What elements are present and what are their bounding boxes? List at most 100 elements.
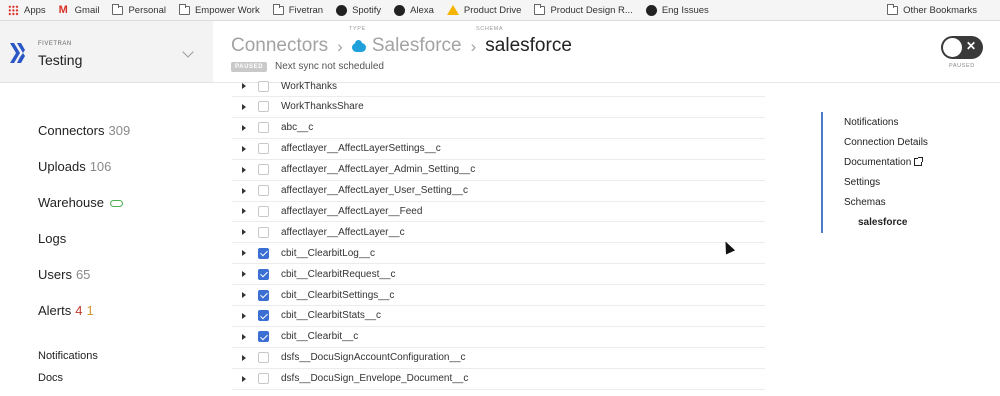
table-checkbox[interactable] xyxy=(258,164,269,176)
sidebar-item-warehouse[interactable]: Warehouse xyxy=(38,195,123,210)
table-row[interactable]: cbit__ClearbitStats__c xyxy=(232,306,765,327)
pause-toggle[interactable]: ✕ xyxy=(941,36,983,59)
sidebar-item-connectors[interactable]: Connectors 309 xyxy=(38,123,130,138)
external-link-icon xyxy=(914,157,924,166)
sync-status-text: Next sync not scheduled xyxy=(275,61,384,72)
sidebar-item-notifications[interactable]: Notifications xyxy=(38,350,98,362)
sidebar-item-users[interactable]: Users 65 xyxy=(38,267,90,282)
bookmark-fivetran[interactable]: Fivetran xyxy=(272,3,323,16)
account-switcher[interactable]: FIVETRAN Testing xyxy=(0,21,213,83)
table-checkbox[interactable] xyxy=(258,289,269,301)
table-name: dsfs__DocuSign_Envelope_Document__c xyxy=(281,373,469,385)
sidebar-item-docs[interactable]: Docs xyxy=(38,372,63,384)
table-checkbox[interactable] xyxy=(258,226,269,238)
expand-caret-icon[interactable] xyxy=(242,124,246,131)
bookmark-product-design[interactable]: Product Design R... xyxy=(534,3,633,16)
breadcrumb-separator: › xyxy=(470,37,477,56)
expand-caret-icon[interactable] xyxy=(242,375,246,382)
expand-caret-icon[interactable] xyxy=(242,333,246,340)
table-name: affectlayer__AffectLayer_Admin_Setting__… xyxy=(281,164,476,176)
bookmark-eng-issues[interactable]: Eng Issues xyxy=(645,4,709,16)
table-row[interactable]: cbit__Clearbit__c xyxy=(232,327,765,348)
table-checkbox[interactable] xyxy=(258,122,269,134)
expand-caret-icon[interactable] xyxy=(242,83,246,89)
table-row[interactable]: cbit__ClearbitSettings__c xyxy=(232,285,765,306)
folder-icon xyxy=(534,3,546,15)
expand-caret-icon[interactable] xyxy=(242,271,246,278)
table-checkbox[interactable] xyxy=(258,101,269,113)
table-checkbox[interactable] xyxy=(258,331,269,343)
expand-caret-icon[interactable] xyxy=(242,145,246,152)
breadcrumb-connectors[interactable]: Connectors xyxy=(231,35,328,57)
github-icon xyxy=(645,4,657,16)
table-name: dsfs__DocuSignAccountConfiguration__c xyxy=(281,352,466,364)
expand-caret-icon[interactable] xyxy=(242,354,246,361)
table-checkbox[interactable] xyxy=(258,185,269,196)
bookmark-product-drive[interactable]: Product Drive xyxy=(446,5,521,16)
schema-label: SCHEMA xyxy=(476,26,504,32)
table-row[interactable]: affectlayer__AffectLayerSettings__c xyxy=(232,139,765,160)
table-row[interactable]: cbit__ClearbitRequest__c xyxy=(232,264,765,286)
table-checkbox[interactable] xyxy=(258,205,269,217)
bookmark-personal[interactable]: Personal xyxy=(112,3,166,16)
right-nav-schemas[interactable]: Schemas xyxy=(844,197,886,208)
folder-icon xyxy=(272,3,284,15)
github-icon xyxy=(394,4,406,16)
table-checkbox[interactable] xyxy=(258,373,269,385)
folder-icon xyxy=(178,3,190,15)
table-row[interactable]: affectlayer__AffectLayer__Feed xyxy=(232,201,765,223)
folder-icon xyxy=(887,4,899,15)
expand-caret-icon[interactable] xyxy=(242,229,246,236)
right-nav-settings[interactable]: Settings xyxy=(844,177,880,188)
table-checkbox[interactable] xyxy=(258,143,269,155)
sidebar-item-logs[interactable]: Logs xyxy=(38,231,66,246)
table-row[interactable]: affectlayer__AffectLayer_User_Setting__c xyxy=(232,181,765,202)
expand-caret-icon[interactable] xyxy=(242,250,246,257)
expand-caret-icon[interactable] xyxy=(242,187,246,194)
status-badge: PAUSED xyxy=(231,62,268,72)
table-row[interactable]: affectlayer__AffectLayer__c xyxy=(232,222,765,244)
table-checkbox[interactable] xyxy=(258,80,269,92)
bookmark-other[interactable]: Other Bookmarks xyxy=(887,0,977,21)
table-row[interactable]: dsfs__DocuSignAccountConfiguration__c xyxy=(232,348,765,369)
breadcrumb: Connectors › Salesforce › salesforce xyxy=(231,35,572,57)
bookmark-spotify[interactable]: Spotify xyxy=(336,4,381,16)
type-label: TYPE xyxy=(349,26,366,32)
expand-caret-icon[interactable] xyxy=(242,208,246,215)
right-nav-notifications[interactable]: Notifications xyxy=(844,117,898,128)
table-row[interactable]: dsfs__DocuSign_Envelope_Document__c xyxy=(232,369,765,390)
sidebar-item-alerts[interactable]: Alerts 4 1 xyxy=(38,303,94,318)
table-row[interactable]: affectlayer__AffectLayer_Admin_Setting__… xyxy=(232,160,765,181)
table-name: affectlayer__AffectLayer__Feed xyxy=(281,205,423,217)
table-row[interactable]: WorkThanksShare xyxy=(232,97,765,118)
bookmark-empower-work[interactable]: Empower Work xyxy=(178,3,260,16)
bookmark-apps[interactable]: Apps xyxy=(8,4,46,16)
table-checkbox[interactable] xyxy=(258,310,269,322)
table-name: affectlayer__AffectLayer_User_Setting__c xyxy=(281,185,468,196)
table-row[interactable]: abc__c xyxy=(232,118,765,139)
breadcrumb-schema: salesforce xyxy=(485,35,572,56)
bookmark-gmail[interactable]: M Gmail xyxy=(59,4,100,16)
table-row[interactable]: cbit__ClearbitLog__c xyxy=(232,243,765,265)
table-checkbox[interactable] xyxy=(258,247,269,259)
expand-caret-icon[interactable] xyxy=(242,292,246,298)
page-header: Connectors › Salesforce › salesforce TYP… xyxy=(213,21,1000,83)
table-name: affectlayer__AffectLayer__c xyxy=(281,226,405,238)
apps-grid-icon xyxy=(8,4,19,16)
table-row[interactable]: WorkThanks xyxy=(232,76,765,97)
right-nav-documentation[interactable]: Documentation xyxy=(844,157,924,168)
bookmark-alexa[interactable]: Alexa xyxy=(394,4,434,16)
table-name: cbit__ClearbitRequest__c xyxy=(281,268,396,280)
close-icon: ✕ xyxy=(966,39,977,53)
expand-caret-icon[interactable] xyxy=(242,166,246,173)
salesforce-icon xyxy=(351,40,366,52)
table-checkbox[interactable] xyxy=(258,352,269,364)
expand-caret-icon[interactable] xyxy=(242,312,246,319)
table-name: affectlayer__AffectLayerSettings__c xyxy=(281,143,441,155)
sidebar-item-uploads[interactable]: Uploads 106 xyxy=(38,159,111,174)
breadcrumb-salesforce[interactable]: Salesforce xyxy=(372,35,462,57)
table-checkbox[interactable] xyxy=(258,268,269,280)
right-nav-connection-details[interactable]: Connection Details xyxy=(844,137,928,148)
right-nav-schema-salesforce[interactable]: salesforce xyxy=(858,217,907,228)
expand-caret-icon[interactable] xyxy=(242,103,246,110)
